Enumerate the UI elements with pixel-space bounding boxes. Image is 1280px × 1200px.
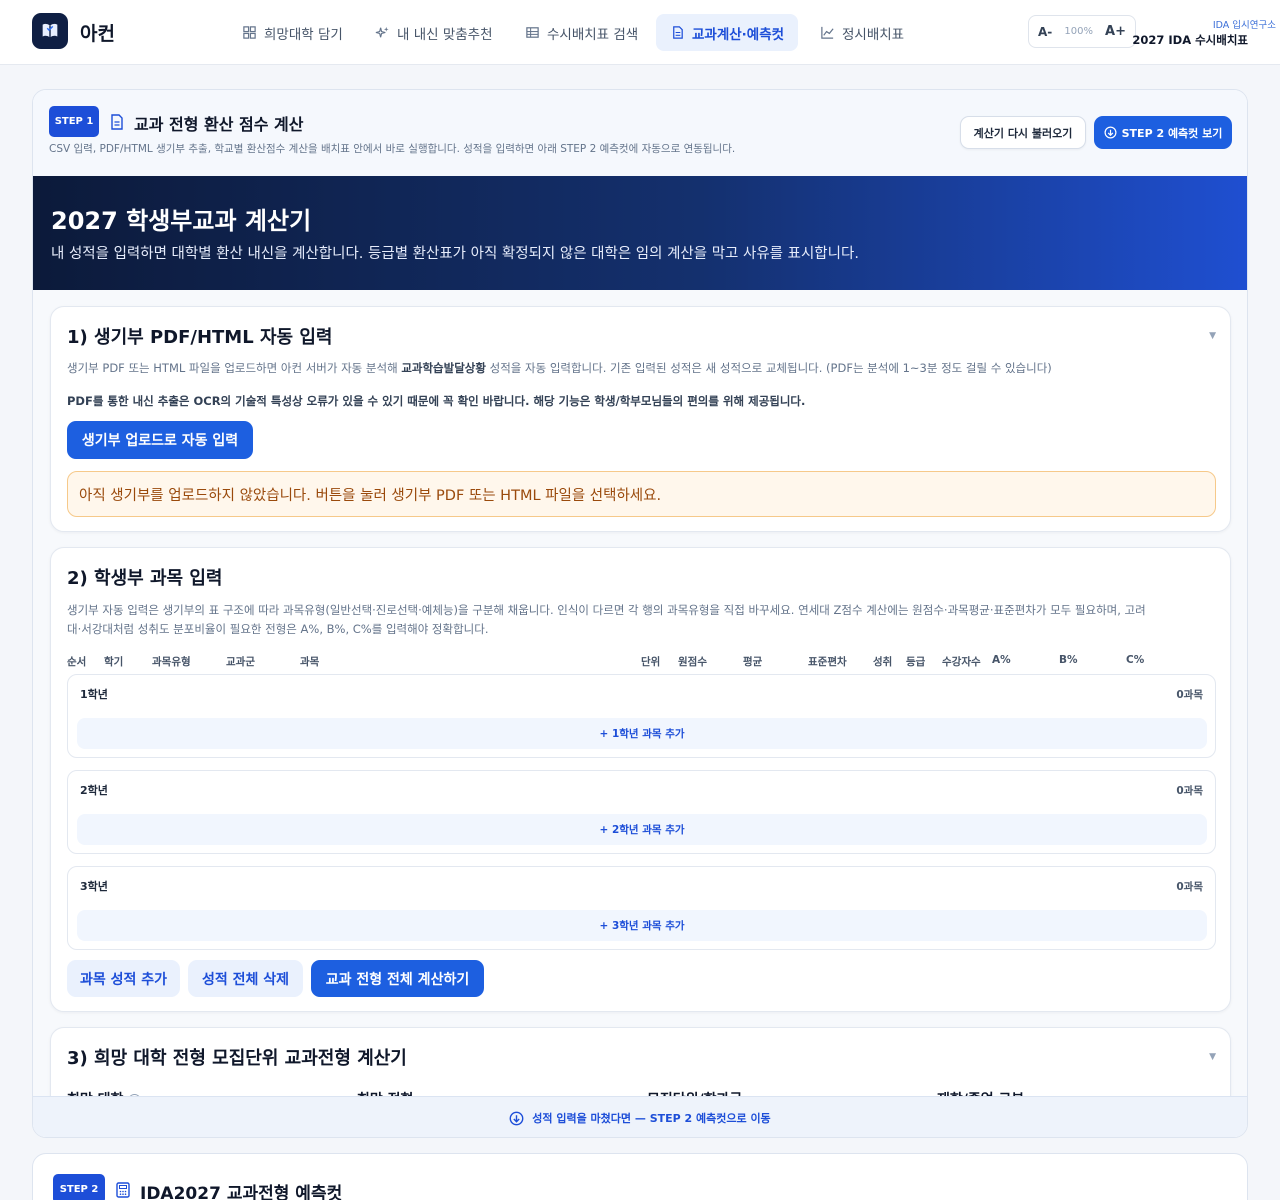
- hero-description: 내 성적을 입력하면 대학별 환산 내신을 계산합니다. 등급별 환산표가 아직…: [51, 246, 859, 262]
- subject-input-card: 2) 학생부 과목 입력 생기부 자동 입력은 생기부의 표 구조에 따라 과목…: [50, 547, 1231, 1012]
- calculate-all-button[interactable]: 교과 전형 전체 계산하기: [311, 960, 484, 997]
- step-badge: STEP 2: [53, 1174, 105, 1200]
- calculator-hero: 2027 학생부교과 계산기 내 성적을 입력하면 대학별 환산 내신을 계산합…: [33, 176, 1247, 290]
- step2-panel: STEP 2 IDA2027 교과전형 예측컷: [32, 1153, 1248, 1200]
- app-logo[interactable]: [32, 13, 68, 49]
- grade-label: 1학년: [80, 688, 108, 701]
- table-icon: [526, 27, 539, 38]
- grade-subject-count: 0과목: [1176, 881, 1203, 893]
- collapse-caret-icon[interactable]: ▼: [1209, 331, 1216, 341]
- section2-description: 생기부 자동 입력은 생기부의 표 구조에 따라 과목유형(일반선택·진로선택·…: [67, 603, 1146, 636]
- go-step2-bar-label: 성적 입력을 마쳤다면 — STEP 2 예측컷으로 이동: [532, 1112, 771, 1125]
- column-header: 원점수: [678, 656, 707, 668]
- add-grade2-subject-button[interactable]: + 2학년 과목 추가: [77, 814, 1207, 845]
- nav-wishlist[interactable]: 희망대학 담기: [228, 14, 357, 51]
- column-header: 과목유형: [152, 656, 191, 668]
- column-header: 교과군: [226, 656, 255, 668]
- top-navigation-bar: 아컨 희망대학 담기 내 내신 맞춤추천 수시배치표 검색 교과계산·예측컷 정…: [0, 0, 1280, 65]
- section2-title: 2) 학생부 과목 입력: [67, 568, 223, 589]
- nav-label: 내 내신 맞춤추천: [397, 26, 493, 43]
- step1-title: 교과 전형 환산 점수 계산: [134, 115, 304, 134]
- go-step2-button[interactable]: STEP 2 예측컷 보기: [1094, 116, 1232, 149]
- arrow-down-circle-icon: [1104, 126, 1117, 139]
- document-icon: [111, 114, 123, 130]
- column-header: 수강자수: [942, 656, 981, 668]
- add-grade1-subject-button[interactable]: + 1학년 과목 추가: [77, 718, 1207, 749]
- grade2-group: 2학년 0과목 + 2학년 과목 추가: [67, 770, 1216, 854]
- go-step2-bar[interactable]: 성적 입력을 마쳤다면 — STEP 2 예측컷으로 이동: [33, 1096, 1247, 1137]
- step1-panel: STEP 1 교과 전형 환산 점수 계산 CSV 입력, PDF/HTML 생…: [32, 89, 1248, 1138]
- nav-jeongsi[interactable]: 정시배치표: [806, 14, 918, 51]
- column-header: C%: [1126, 654, 1145, 666]
- section1-title: 1) 생기부 PDF/HTML 자동 입력: [67, 327, 333, 348]
- add-grade3-subject-button[interactable]: + 3학년 과목 추가: [77, 910, 1207, 941]
- column-header: B%: [1059, 654, 1078, 666]
- brand-subtitle: IDA 입시연구소: [1212, 20, 1276, 31]
- sparkle-icon: [375, 26, 389, 38]
- grade-label: 2학년: [80, 784, 108, 797]
- step2-title: IDA2027 교과전형 예측컷: [140, 1184, 343, 1200]
- ocr-warning-note: PDF를 통한 내신 추출은 OCR의 기술적 특성상 오류가 있을 수 있기 …: [67, 394, 806, 408]
- grade3-group: 3학년 0과목 + 3학년 과목 추가: [67, 866, 1216, 950]
- nav-calculator[interactable]: 교과계산·예측컷: [656, 14, 799, 51]
- column-header: 순서: [67, 656, 87, 668]
- grid-icon: [243, 26, 256, 39]
- upload-record-button[interactable]: 생기부 업로드로 자동 입력: [67, 421, 253, 459]
- reload-calculator-button[interactable]: 계산기 다시 불러오기: [960, 116, 1086, 149]
- book-logo-icon: [42, 23, 58, 38]
- nav-label: 희망대학 담기: [264, 26, 343, 43]
- column-header: 표준편차: [808, 656, 847, 668]
- nav-susi-search[interactable]: 수시배치표 검색: [511, 14, 652, 51]
- step-badge: STEP 1: [49, 106, 99, 137]
- column-header: 등급: [906, 656, 926, 668]
- nav-label: 교과계산·예측컷: [692, 26, 785, 43]
- hero-title: 2027 학생부교과 계산기: [51, 207, 312, 235]
- grade-subject-count: 0과목: [1176, 785, 1203, 797]
- nav-recommend[interactable]: 내 내신 맞춤추천: [361, 14, 507, 51]
- grade-subject-count: 0과목: [1176, 689, 1203, 701]
- brand-title: 2027 IDA 수시배치표: [1132, 33, 1248, 47]
- column-header: A%: [992, 654, 1011, 666]
- grade-label: 3학년: [80, 880, 108, 893]
- grade1-group: 1학년 0과목 + 1학년 과목 추가: [67, 674, 1216, 758]
- column-header: 성취: [873, 656, 893, 668]
- section3-title: 3) 희망 대학 전형 모집단위 교과전형 계산기: [67, 1048, 407, 1069]
- collapse-caret-icon[interactable]: ▼: [1209, 1052, 1216, 1062]
- nav-label: 정시배치표: [842, 26, 905, 43]
- column-header: 단위: [641, 656, 661, 668]
- section1-description: 생기부 PDF 또는 HTML 파일을 업로드하면 아컨 서버가 자동 분석해 …: [67, 361, 1052, 375]
- arrow-down-circle-icon: [509, 1111, 524, 1125]
- upload-status-alert: 아직 생기부를 업로드하지 않았습니다. 버튼을 눌러 생기부 PDF 또는 H…: [67, 471, 1216, 517]
- line-chart-icon: [821, 26, 834, 39]
- go-step2-label: STEP 2 예측컷 보기: [1121, 126, 1223, 140]
- add-subject-button[interactable]: 과목 성적 추가: [67, 960, 180, 997]
- column-header: 과목: [300, 656, 320, 668]
- step1-description: CSV 입력, PDF/HTML 생기부 추출, 학교별 환산점수 계산을 배치…: [49, 143, 736, 155]
- nav-label: 수시배치표 검색: [547, 26, 639, 43]
- step1-header: STEP 1 교과 전형 환산 점수 계산 CSV 입력, PDF/HTML 생…: [33, 90, 1247, 176]
- app-name[interactable]: 아컨: [80, 19, 115, 46]
- document-calc-icon: [673, 26, 683, 39]
- column-header: 학기: [104, 656, 124, 668]
- clear-scores-button[interactable]: 성적 전체 삭제: [188, 960, 303, 997]
- calculator-icon: [116, 1182, 130, 1198]
- column-header: 평균: [743, 656, 763, 668]
- pdf-upload-card: 1) 생기부 PDF/HTML 자동 입력 ▼ 생기부 PDF 또는 HTML …: [50, 306, 1231, 532]
